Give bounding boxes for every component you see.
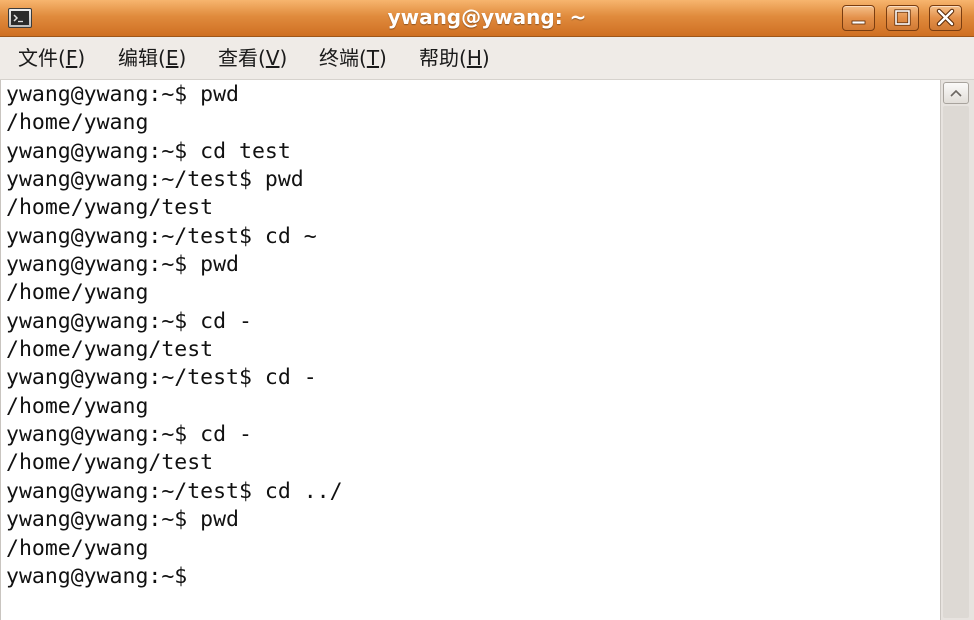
- menu-bar: 文件(F) 编辑(E) 查看(V) 终端(T) 帮助(H): [0, 37, 974, 80]
- terminal-line: /home/ywang: [6, 393, 149, 419]
- minimize-icon: [851, 20, 866, 25]
- menu-help-mnemonic: H: [466, 46, 482, 70]
- terminal-line: ywang@ywang:~$ pwd: [6, 82, 239, 107]
- menu-edit-label: 编辑(: [118, 46, 166, 70]
- menu-edit[interactable]: 编辑(E): [118, 37, 186, 79]
- menu-terminal-label: 终端(: [319, 46, 367, 70]
- maximize-icon: [894, 9, 911, 26]
- menu-view[interactable]: 查看(V): [218, 37, 287, 79]
- terminal-prompt-line: ywang@ywang:~$: [6, 563, 188, 589]
- menu-edit-mnemonic: E: [165, 46, 179, 70]
- terminal-line: ywang@ywang:~/test$ cd -: [6, 365, 317, 391]
- menu-file-label: 文件(: [18, 46, 66, 70]
- menu-terminal[interactable]: 终端(T): [319, 37, 387, 79]
- vertical-scrollbar[interactable]: [940, 80, 974, 620]
- terminal-line: ywang@ywang:~/test$ cd ~: [6, 223, 317, 249]
- terminal-line: /home/ywang: [6, 110, 149, 136]
- terminal-line: ywang@ywang:~$ cd test: [6, 138, 291, 164]
- minimize-button[interactable]: [842, 5, 875, 31]
- menu-view-label: 查看(: [218, 46, 266, 70]
- menu-view-close: ): [279, 46, 288, 70]
- close-button[interactable]: [929, 5, 962, 31]
- terminal-line: /home/ywang/test: [6, 337, 214, 363]
- terminal-line: ywang@ywang:~/test$ pwd: [6, 167, 304, 193]
- window-title: ywang@ywang: ~: [387, 5, 587, 29]
- terminal-line: ywang@ywang:~$ pwd: [6, 507, 239, 533]
- terminal-line: /home/ywang/test: [6, 195, 214, 221]
- menu-edit-close: ): [178, 46, 187, 70]
- terminal-lines: ywang@ywang:~$ pwd /home/ywang ywang@ywa…: [6, 81, 343, 591]
- maximize-button[interactable]: [886, 5, 919, 31]
- terminal-line: ywang@ywang:~/test$ cd ../: [6, 478, 343, 504]
- menu-terminal-close: ): [379, 46, 387, 70]
- terminal-output[interactable]: ywang@ywang:~$ pwd /home/ywang ywang@ywa…: [0, 80, 940, 620]
- menu-help-close: ): [481, 46, 490, 70]
- menu-view-mnemonic: V: [265, 46, 280, 70]
- scroll-up-button[interactable]: [943, 82, 969, 104]
- menu-terminal-mnemonic: T: [366, 46, 380, 70]
- terminal-line: ywang@ywang:~$ pwd: [6, 252, 239, 278]
- terminal-line: /home/ywang/test: [6, 450, 214, 476]
- menu-help-label: 帮助(: [419, 46, 467, 70]
- terminal-line: /home/ywang: [6, 535, 149, 561]
- title-bar[interactable]: ywang@ywang: ~: [0, 0, 974, 37]
- close-icon: [936, 8, 955, 27]
- menu-file[interactable]: 文件(F): [18, 37, 85, 79]
- terminal-line: /home/ywang: [6, 280, 149, 306]
- terminal-line: ywang@ywang:~$ cd -: [6, 308, 252, 334]
- terminal-window: ywang@ywang: ~ 文件(F) 编辑(E) 查看(V) 终端(T) 帮…: [0, 0, 974, 620]
- menu-file-close: ): [77, 46, 86, 70]
- terminal-line: ywang@ywang:~$ cd -: [6, 422, 252, 448]
- menu-help[interactable]: 帮助(H): [419, 37, 490, 79]
- scroll-trough[interactable]: [943, 106, 969, 618]
- arrow-up-icon: [950, 89, 962, 97]
- menu-file-mnemonic: F: [65, 46, 78, 70]
